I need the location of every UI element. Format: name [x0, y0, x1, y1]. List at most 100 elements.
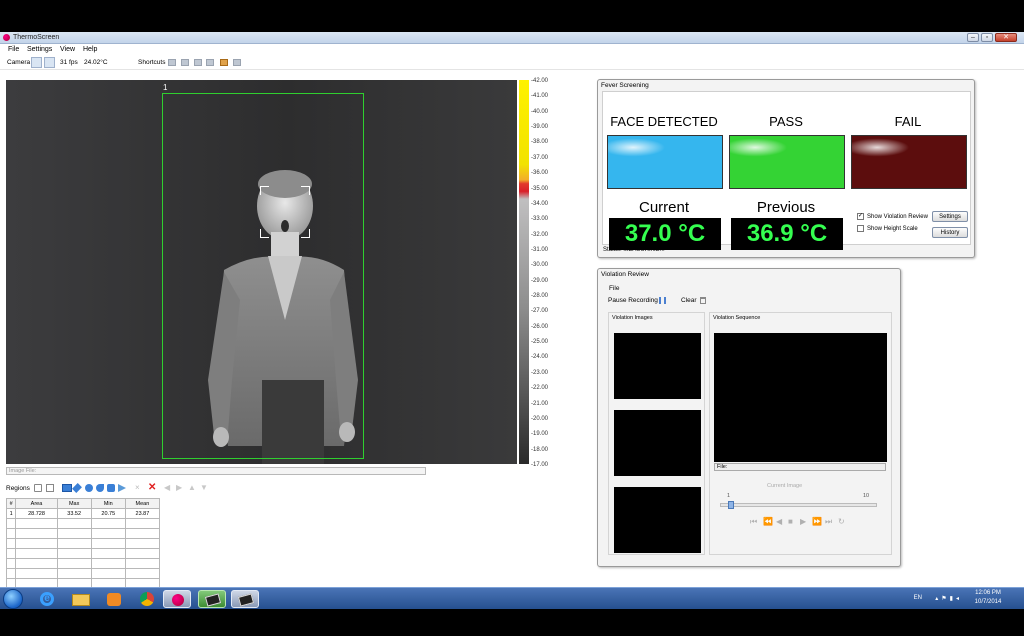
shortcut-open-icon[interactable] [168, 59, 176, 66]
scale-tick-label: -28.00 [531, 293, 549, 300]
slider-thumb[interactable] [728, 501, 734, 509]
app-taskbar-icon-3[interactable] [231, 590, 259, 608]
fail-header: FAIL [894, 114, 922, 129]
window-title: ThermoScreen [13, 34, 60, 41]
loop-icon[interactable]: ↻ [838, 517, 845, 526]
table-cell [124, 548, 161, 559]
select-pointer-icon[interactable] [34, 484, 42, 492]
palette-icon[interactable] [220, 59, 228, 66]
region-of-interest-box[interactable] [162, 93, 364, 459]
violation-sequence-viewer[interactable] [714, 333, 887, 462]
table-row[interactable] [5, 518, 161, 529]
scale-tick-label: -30.00 [531, 262, 549, 269]
scale-tick-label: -24.00 [531, 354, 549, 361]
current-image-slider[interactable] [720, 503, 877, 507]
menu-help[interactable]: Help [83, 46, 97, 53]
slider-max-label: 10 [863, 493, 870, 499]
internet-explorer-icon[interactable]: e [33, 590, 61, 608]
stop-icon[interactable]: ■ [788, 517, 793, 526]
tray-icons[interactable]: ▴⚑▮◂ [935, 595, 962, 602]
table-row[interactable] [5, 548, 161, 559]
close-button[interactable]: ✕ [995, 33, 1017, 42]
table-row[interactable] [5, 568, 161, 579]
menu-view[interactable]: View [60, 46, 75, 53]
regions-table-header: # Area Max Min Mean [5, 498, 161, 509]
current-label: Current [638, 199, 690, 216]
violation-review-panel: Violation Review File Pause Recording Cl… [597, 268, 901, 567]
menu-settings[interactable]: Settings [27, 46, 52, 53]
move-down-icon[interactable]: ▼ [200, 484, 208, 492]
camera-settings-button[interactable] [44, 57, 55, 68]
shortcuts-label: Shortcuts [138, 59, 166, 66]
ambient-temp-readout: 24.02°C [84, 59, 108, 66]
media-player-icon[interactable] [100, 590, 128, 608]
scale-tick-label: -17.00 [531, 462, 549, 468]
scale-tick-label: -41.00 [531, 93, 549, 100]
trash-icon[interactable] [700, 297, 706, 304]
shortcut-print-icon[interactable] [194, 59, 202, 66]
show-violation-review-checkbox[interactable]: ✓ [857, 213, 864, 220]
table-cell: 28.728 [15, 508, 58, 519]
scale-tick-label: -25.00 [531, 339, 549, 346]
last-frame-icon[interactable]: ⏭ [825, 517, 832, 527]
shortcut-save-icon[interactable] [181, 59, 189, 66]
minimize-button[interactable]: – [967, 33, 979, 42]
table-row[interactable] [5, 538, 161, 549]
shortcut-copy-icon[interactable] [206, 59, 214, 66]
table-cell [90, 528, 126, 539]
scale-tick-label: -35.00 [531, 185, 549, 192]
start-button[interactable] [3, 589, 23, 609]
maximize-button[interactable]: ▫ [981, 33, 993, 42]
multi-select-icon[interactable] [46, 484, 54, 492]
step-back-icon[interactable]: ◀ [776, 517, 782, 526]
violation-image-3[interactable] [614, 487, 701, 553]
regions-column-header: Min [90, 498, 126, 509]
show-height-scale-label: Show Height Scale [867, 226, 918, 232]
regions-toolbar: Regions × ✕ ◀ ▶ ▲ ▼ [6, 482, 306, 494]
delete-all-icon[interactable]: ✕ [148, 483, 156, 493]
face-bracket-tl [260, 186, 269, 195]
history-button[interactable]: History [932, 227, 968, 238]
violation-image-2[interactable] [614, 410, 701, 476]
table-row[interactable] [5, 558, 161, 569]
thermoscreen-taskbar-icon[interactable] [163, 590, 191, 608]
table-row[interactable] [5, 528, 161, 539]
freehand-region-icon[interactable] [107, 484, 115, 492]
previous-frame-icon[interactable]: ⏪ [763, 517, 773, 526]
table-cell: 1 [5, 508, 17, 519]
chrome-icon[interactable] [133, 590, 161, 608]
pause-recording-label[interactable]: Pause Recording [608, 297, 658, 304]
play-icon[interactable]: ▶ [800, 517, 806, 526]
clock-date[interactable]: 10/7/2014 [968, 599, 1008, 605]
show-violation-review-label: Show Violation Review [867, 214, 928, 220]
table-cell [56, 548, 92, 559]
violation-image-1[interactable] [614, 333, 701, 399]
polygon-region-icon[interactable] [96, 484, 104, 492]
show-height-scale-checkbox[interactable] [857, 225, 864, 232]
next-frame-icon[interactable]: ⏩ [812, 517, 822, 526]
line-region-icon[interactable] [72, 483, 82, 493]
move-right-icon[interactable]: ▶ [176, 484, 184, 492]
windows-taskbar: e EN ▴⚑▮◂ 12:06 PM 10/7/2014 [0, 587, 1024, 609]
rectangle-region-icon[interactable] [62, 484, 72, 492]
thermal-image-view[interactable]: 1 [6, 80, 517, 464]
pause-icon[interactable] [659, 297, 666, 304]
file-explorer-icon[interactable] [67, 590, 95, 608]
chart-icon[interactable] [233, 59, 241, 66]
violation-file-menu[interactable]: File [609, 285, 619, 292]
move-left-icon[interactable]: ◀ [164, 484, 172, 492]
ellipse-region-icon[interactable] [85, 484, 93, 492]
violation-images-label: Violation Images [612, 315, 653, 321]
move-up-icon[interactable]: ▲ [188, 484, 196, 492]
app-taskbar-icon-2[interactable] [198, 590, 226, 608]
menu-file[interactable]: File [8, 46, 19, 53]
camera-view-button[interactable] [31, 57, 42, 68]
clear-label[interactable]: Clear [681, 297, 697, 304]
first-frame-icon[interactable]: ⏮ [750, 517, 757, 527]
table-row[interactable]: 1 28.728 33.52 20.75 23.87 [5, 508, 161, 519]
settings-button[interactable]: Settings [932, 211, 968, 222]
language-indicator[interactable]: EN [914, 595, 922, 601]
clock-time[interactable]: 12:06 PM [968, 590, 1008, 596]
arrow-region-icon[interactable] [118, 484, 126, 492]
app-icon [3, 34, 10, 41]
